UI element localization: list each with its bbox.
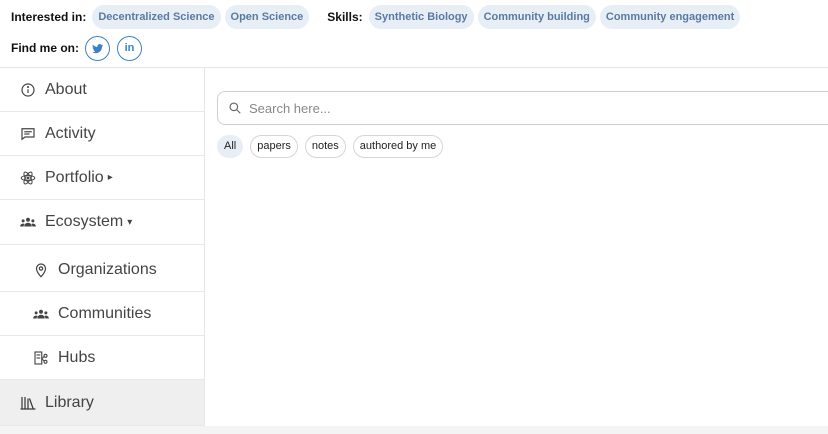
search-icon [229, 102, 241, 114]
filter-notes[interactable]: notes [304, 135, 346, 158]
find-me-label: Find me on: [11, 41, 79, 55]
sidebar-item-label: About [45, 80, 87, 98]
twitter-link[interactable] [85, 35, 110, 61]
skill-chip[interactable]: Synthetic Biology [368, 5, 474, 29]
interest-chip[interactable]: Open Science [224, 5, 310, 29]
comment-icon [19, 125, 37, 143]
people-icon [19, 213, 37, 231]
sidebar-item-label: Library [45, 393, 94, 411]
sidebar-item-label: Communities [58, 304, 152, 322]
search-box[interactable] [217, 91, 828, 125]
linkedin-link[interactable]: in [117, 35, 142, 61]
filter-all[interactable]: All [217, 135, 244, 158]
sidebar: About Activity Portfolio ▸ Ecosystem ▾ O… [0, 68, 205, 426]
interests-skills-row: Interested in: Decentralized Science Ope… [11, 5, 744, 29]
sidebar-item-label: Hubs [58, 348, 96, 366]
sidebar-item-organizations[interactable]: Organizations [0, 248, 204, 292]
linkedin-icon: in [124, 42, 135, 54]
skill-chip[interactable]: Community building [477, 5, 596, 29]
filter-chips: All papers notes authored by me [217, 135, 444, 158]
sidebar-item-label: Portfolio [45, 168, 104, 186]
sidebar-item-portfolio[interactable]: Portfolio ▸ [0, 156, 204, 200]
interest-chip[interactable]: Decentralized Science [92, 5, 221, 29]
search-input[interactable] [249, 100, 809, 116]
library-icon [19, 394, 37, 412]
skills-label: Skills: [327, 10, 363, 24]
filter-authored-by-me[interactable]: authored by me [352, 135, 444, 158]
twitter-icon [92, 43, 104, 53]
caret-down-icon: ▾ [127, 216, 133, 228]
library-panel: All papers notes authored by me [205, 68, 828, 426]
bottom-border [0, 426, 828, 434]
sidebar-item-library[interactable]: Library [0, 380, 204, 426]
sidebar-item-label: Ecosystem [45, 213, 124, 230]
atom-icon [19, 169, 37, 187]
sidebar-item-ecosystem[interactable]: Ecosystem ▾ [0, 200, 204, 245]
interested-label: Interested in: [11, 10, 87, 24]
hub-icon [32, 349, 50, 367]
find-me-row: Find me on: in [11, 35, 149, 61]
sidebar-item-about[interactable]: About [0, 68, 204, 112]
sidebar-item-label: Organizations [58, 260, 157, 278]
profile-header: Interested in: Decentralized Science Ope… [0, 0, 828, 68]
skill-chip[interactable]: Community engagement [599, 5, 741, 29]
info-icon [19, 81, 37, 99]
location-pin-icon [32, 261, 50, 279]
filter-papers[interactable]: papers [250, 135, 298, 158]
sidebar-item-communities[interactable]: Communities [0, 292, 204, 336]
caret-right-icon: ▸ [107, 172, 113, 183]
sidebar-item-hubs[interactable]: Hubs [0, 336, 204, 380]
sidebar-item-label: Activity [45, 124, 96, 142]
sidebar-item-activity[interactable]: Activity [0, 112, 204, 156]
people-icon [32, 305, 50, 323]
